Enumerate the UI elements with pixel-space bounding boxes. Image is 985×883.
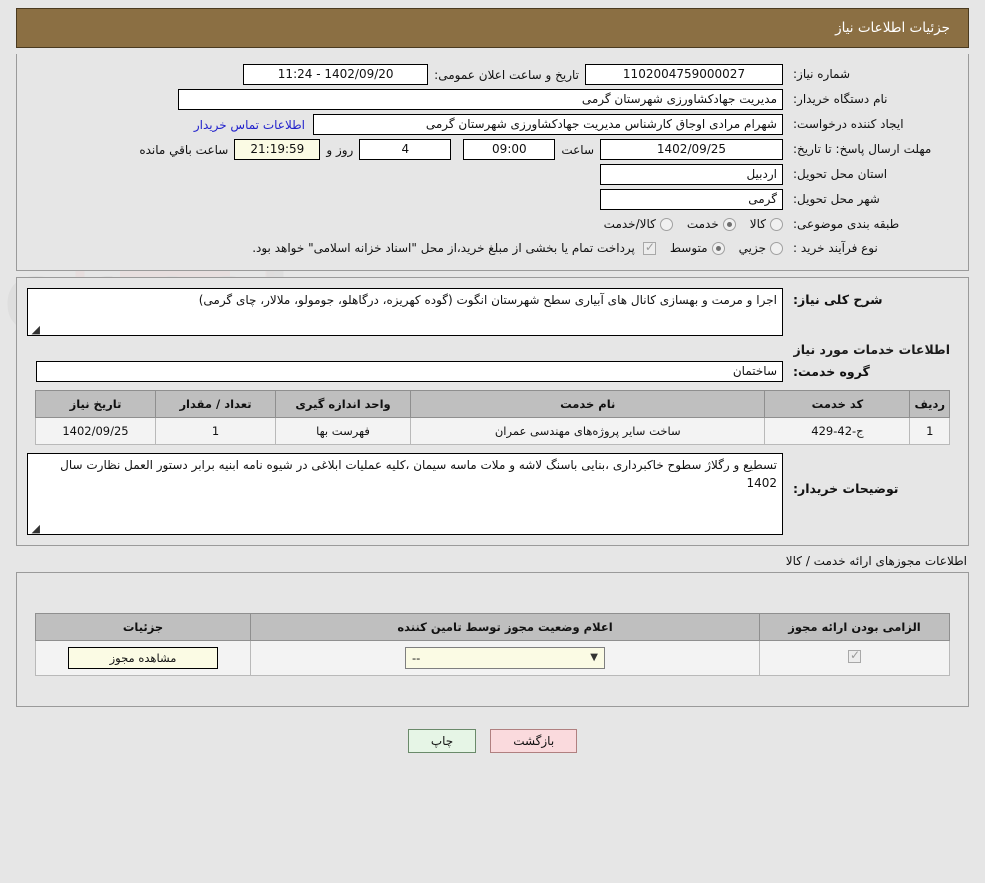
table-row[interactable]: 1 ج-42-429 ساخت سایر پروژه‌های مهندسی عم… [35, 417, 950, 445]
countdown-field[interactable]: 21:19:59 [234, 139, 321, 160]
service-group-field[interactable]: ساختمان [36, 361, 783, 382]
page-title: جزئیات اطلاعات نیاز [835, 20, 950, 36]
remaining-days-field[interactable]: 4 [359, 139, 452, 160]
row-process: نوع فرآیند خرید : جزیي متوسط پرداخت تمام… [27, 236, 958, 260]
cell-qty: 1 [155, 417, 276, 445]
row-buyer-org: نام دستگاه خریدار: مدیریت جهادکشاورزی شه… [27, 87, 958, 112]
province-field[interactable]: اردبیل [600, 164, 783, 185]
creator-label: ایجاد کننده درخواست: [793, 117, 904, 131]
col-name: نام خدمت [409, 390, 766, 418]
resize-grip-icon[interactable]: ◢ [30, 324, 40, 335]
footer-actions: بازگشت چاپ [8, 707, 977, 753]
permits-table: الزامی بودن ارائه مجوز اعلام وضعیت مجوز … [35, 613, 950, 676]
process-option-label: متوسط [669, 241, 708, 255]
permits-header-row: الزامی بودن ارائه مجوز اعلام وضعیت مجوز … [35, 613, 950, 641]
row-need-number: شماره نیاز: 1102004759000027 تاریخ و ساع… [27, 62, 958, 87]
col-permit-status: اعلام وضعیت مجوز توسط تامین کننده [250, 613, 760, 641]
col-permit-detail: جزئیات [35, 613, 251, 641]
buyer-contact-link[interactable]: اطلاعات تماس خریدار [186, 118, 313, 132]
deadline-label: مهلت ارسال پاسخ: تا تاریخ: [793, 142, 932, 157]
chevron-down-icon: ▼ [590, 652, 598, 663]
print-button[interactable]: چاپ [407, 729, 477, 753]
permits-row: ▼ -- مشاهده مجوز [35, 640, 950, 676]
cell-permit-status: ▼ -- [250, 640, 760, 676]
cell-permit-detail: مشاهده مجوز [35, 640, 251, 676]
permits-caption: اطلاعات مجوزهای ارائه خدمت / کالا [785, 554, 967, 568]
cell-row: 1 [909, 417, 950, 445]
back-button[interactable]: بازگشت [490, 729, 578, 753]
permit-required-checkbox [848, 648, 861, 663]
process-label: نوع فرآیند خرید : [793, 240, 878, 255]
services-section: شرح کلی نیاز: اجرا و مرمت و بهسازی کانال… [16, 277, 969, 546]
need-number-field[interactable]: 1102004759000027 [585, 64, 783, 85]
category-label: طبقه بندی موضوعی: [793, 216, 900, 231]
cell-permit-required [759, 640, 950, 676]
page-title-bar: جزئیات اطلاعات نیاز [16, 8, 969, 48]
buyer-notes-label: توضیحات خریدار: [793, 481, 899, 496]
category-option-label: کالا [749, 217, 766, 231]
need-number-label: شماره نیاز: [793, 67, 850, 81]
permit-status-select[interactable]: ▼ -- [405, 647, 605, 669]
deadline-hour-field[interactable]: 09:00 [463, 139, 556, 160]
col-code: کد خدمت [764, 390, 911, 418]
radio-icon[interactable] [770, 217, 783, 231]
radio-icon[interactable] [659, 217, 673, 231]
description-textarea[interactable]: اجرا و مرمت و بهسازی کانال های آبیاری سط… [27, 288, 783, 336]
hour-label: ساعت [561, 142, 594, 157]
col-row: ردیف [909, 390, 950, 418]
remaining-label: ساعت باقي مانده [139, 142, 229, 157]
announce-label: تاریخ و ساعت اعلان عمومی: [434, 67, 579, 82]
category-option-label: کالا/خدمت [603, 217, 656, 231]
city-label: شهر محل تحویل: [793, 192, 880, 206]
buyer-org-label: نام دستگاه خریدار: [793, 92, 888, 106]
announce-datetime-field[interactable]: 1402/09/20 - 11:24 [243, 64, 429, 85]
page-root: جزئیات اطلاعات نیاز شماره نیاز: 11020047… [0, 8, 985, 753]
services-heading: اطلاعات خدمات مورد نیاز [793, 342, 951, 357]
table-header-row: ردیف کد خدمت نام خدمت واحد اندازه گیری ت… [35, 390, 950, 418]
buyer-notes-textarea[interactable]: تسطیع و رگلاژ سطوح خاکبرداری ،بنایی باسن… [27, 453, 783, 535]
buyer-notes-text: تسطیع و رگلاژ سطوح خاکبرداری ،بنایی باسن… [60, 458, 777, 490]
col-unit: واحد اندازه گیری [275, 390, 411, 418]
row-category: طبقه بندی موضوعی: کالا خدمت کالا/خدمت [27, 212, 958, 236]
need-info-panel: شماره نیاز: 1102004759000027 تاریخ و ساع… [16, 54, 969, 271]
row-city: شهر محل تحویل: گرمی [27, 187, 958, 212]
permit-status-value: -- [412, 651, 421, 665]
description-label: شرح کلی نیاز: [793, 292, 883, 307]
cell-name: ساخت سایر پروژه‌های مهندسی عمران [409, 417, 766, 445]
services-table: ردیف کد خدمت نام خدمت واحد اندازه گیری ت… [35, 390, 950, 445]
col-qty: تعداد / مقدار [155, 390, 276, 418]
col-date: تاریخ نیاز [35, 390, 156, 418]
process-option-label: جزیي [738, 241, 766, 255]
process-option-jozi[interactable]: جزیي [739, 241, 783, 255]
category-option-kala-khedmat[interactable]: کالا/خدمت [604, 217, 673, 231]
category-option-kala[interactable]: کالا [750, 217, 783, 231]
cell-date: 1402/09/25 [35, 417, 156, 445]
process-option-motavaset[interactable]: متوسط [670, 241, 725, 255]
view-permit-button[interactable]: مشاهده مجوز [68, 647, 218, 669]
row-creator: ایجاد کننده درخواست: شهرام مرادی اوجاق ک… [27, 112, 958, 137]
deadline-date-field[interactable]: 1402/09/25 [600, 139, 783, 160]
cell-unit: فهرست بها [275, 417, 411, 445]
radio-icon[interactable] [722, 217, 736, 231]
row-service-group: گروه خدمت: ساختمان [27, 359, 958, 384]
treasury-payment-checkbox[interactable] [642, 240, 656, 255]
category-option-label: خدمت [686, 217, 719, 231]
category-option-khedmat[interactable]: خدمت [687, 217, 736, 231]
payment-note: پرداخت تمام یا بخشی از مبلغ خرید،از محل … [252, 241, 635, 255]
col-permit-required: الزامی بودن ارائه مجوز [759, 613, 950, 641]
permits-panel: الزامی بودن ارائه مجوز اعلام وضعیت مجوز … [16, 572, 969, 707]
province-label: استان محل تحویل: [793, 167, 888, 181]
row-deadline: مهلت ارسال پاسخ: تا تاریخ: 1402/09/25 سا… [27, 137, 958, 162]
radio-icon[interactable] [711, 241, 725, 255]
radio-icon[interactable] [770, 241, 783, 255]
days-and-label: روز و [326, 142, 354, 157]
description-text: اجرا و مرمت و بهسازی کانال های آبیاری سط… [198, 293, 777, 307]
resize-grip-icon[interactable]: ◢ [30, 523, 40, 534]
service-group-label: گروه خدمت: [793, 363, 870, 379]
cell-code: ج-42-429 [764, 417, 911, 445]
creator-field[interactable]: شهرام مرادی اوجاق کارشناس مدیریت جهادکشا… [313, 114, 783, 135]
buyer-org-field[interactable]: مدیریت جهادکشاورزی شهرستان گرمی [178, 89, 783, 110]
row-province: استان محل تحویل: اردبیل [27, 162, 958, 187]
city-field[interactable]: گرمی [600, 189, 783, 210]
